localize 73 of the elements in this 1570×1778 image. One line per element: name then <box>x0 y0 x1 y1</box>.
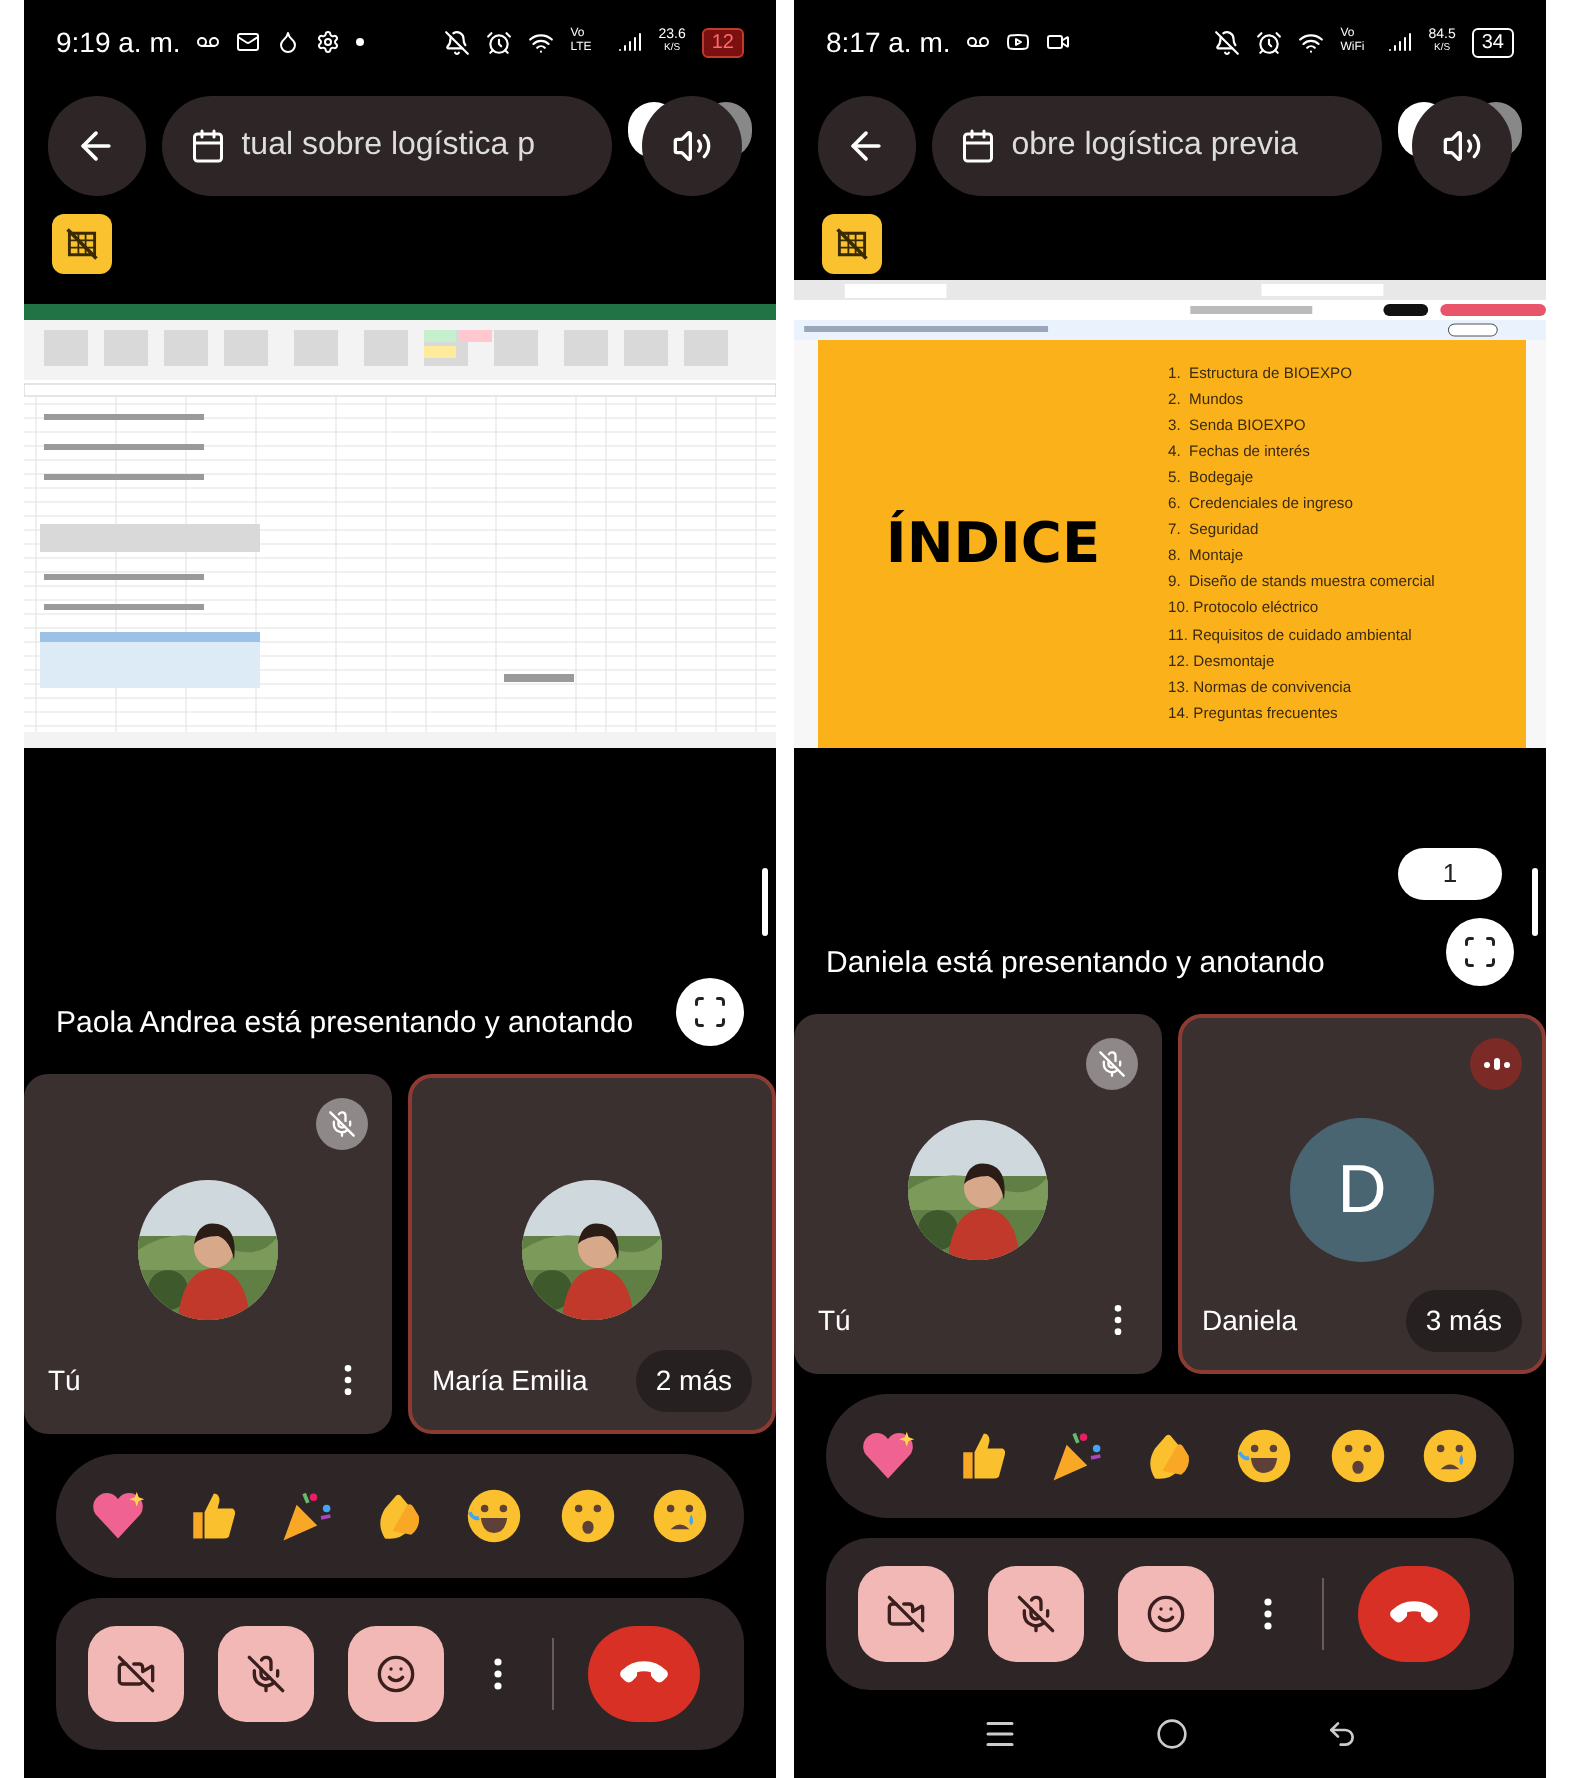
initial-avatar: D <box>1290 1118 1434 1262</box>
crying-face-icon[interactable] <box>1420 1426 1481 1486</box>
meeting-title: tual sobre logística p <box>241 126 535 166</box>
gear-icon <box>316 30 341 54</box>
presenting-status: Paola Andrea está presentando y anotando <box>56 1003 636 1043</box>
laughing-face-icon[interactable] <box>1233 1426 1294 1486</box>
end-call-button[interactable] <box>1358 1566 1470 1662</box>
fullscreen-icon <box>1462 934 1498 970</box>
smiley-icon <box>376 1654 416 1694</box>
mic-off-icon <box>1016 1594 1056 1634</box>
camera-off-button[interactable] <box>88 1626 184 1722</box>
fullscreen-icon <box>692 994 728 1030</box>
participant-name: María Emilia <box>432 1361 588 1399</box>
fullscreen-button[interactable] <box>676 978 744 1046</box>
reactions-button[interactable] <box>348 1626 444 1722</box>
laughing-face-icon[interactable] <box>463 1486 524 1546</box>
video-icon <box>1006 30 1031 54</box>
clock: 9:19 a. m. <box>56 23 181 61</box>
more-participants-button[interactable]: 3 más <box>1405 1289 1522 1351</box>
crossed-grid-icon <box>64 226 100 262</box>
surprised-face-icon[interactable] <box>1327 1426 1388 1486</box>
annotation-off-button[interactable] <box>822 214 882 274</box>
bell-off-icon <box>444 29 471 55</box>
slide-title: ÍNDICE <box>883 508 1103 580</box>
signal-icon <box>618 30 643 54</box>
mail-icon <box>236 30 261 54</box>
back-button[interactable] <box>818 96 916 196</box>
end-call-button[interactable] <box>588 1626 700 1722</box>
meeting-title-chip[interactable]: obre logística previa <box>931 96 1382 196</box>
alarm-icon <box>486 29 513 55</box>
back-button[interactable] <box>48 96 146 196</box>
battery-indicator: 34 <box>1471 27 1514 57</box>
annotation-off-button[interactable] <box>52 214 112 274</box>
speaker-icon <box>1441 126 1482 166</box>
speaker-icon <box>671 126 712 166</box>
crying-face-icon[interactable] <box>650 1486 711 1546</box>
meeting-title-chip[interactable]: tual sobre logística p <box>161 96 612 196</box>
signal-icon <box>1388 30 1413 54</box>
speaker-button[interactable] <box>1411 96 1512 196</box>
mic-off-button[interactable] <box>218 1626 314 1722</box>
clock: 8:17 a. m. <box>826 23 951 61</box>
back-nav-icon[interactable] <box>1325 1718 1358 1750</box>
fullscreen-button[interactable] <box>1446 918 1514 986</box>
meeting-title: obre logística previa <box>1011 126 1298 166</box>
presenting-status: Daniela está presentando y anotando <box>826 943 1327 983</box>
participant-name: Daniela <box>1202 1301 1297 1339</box>
calendar-icon <box>959 128 996 164</box>
drop-icon <box>276 30 301 54</box>
camera-off-button[interactable] <box>858 1566 954 1662</box>
crossed-grid-icon <box>834 226 870 262</box>
camera-off-icon <box>116 1654 156 1694</box>
home-icon[interactable] <box>1155 1718 1188 1750</box>
surprised-face-icon[interactable] <box>557 1486 618 1546</box>
participant-name: Tú <box>48 1361 81 1399</box>
reactions-button[interactable] <box>1118 1566 1214 1662</box>
camera-icon <box>1046 30 1071 54</box>
camera-off-icon <box>886 1594 926 1634</box>
speaker-button[interactable] <box>641 96 742 196</box>
smiley-icon <box>1146 1594 1186 1634</box>
more-participants-button[interactable]: 2 más <box>635 1349 752 1411</box>
page-counter: 1 <box>1398 848 1502 900</box>
alarm-icon <box>1256 29 1283 55</box>
mic-off-button[interactable] <box>988 1566 1084 1662</box>
more-options-icon <box>1264 1598 1272 1630</box>
recent-apps-icon[interactable] <box>982 1716 1019 1752</box>
wifi-icon <box>1298 29 1325 55</box>
participant-name: Tú <box>818 1301 851 1339</box>
calendar-icon <box>189 128 226 164</box>
bell-off-icon <box>1214 29 1241 55</box>
mic-off-icon <box>246 1654 286 1694</box>
wifi-icon <box>528 29 555 55</box>
battery-indicator: 12 <box>701 27 744 57</box>
more-options-icon <box>494 1658 502 1690</box>
